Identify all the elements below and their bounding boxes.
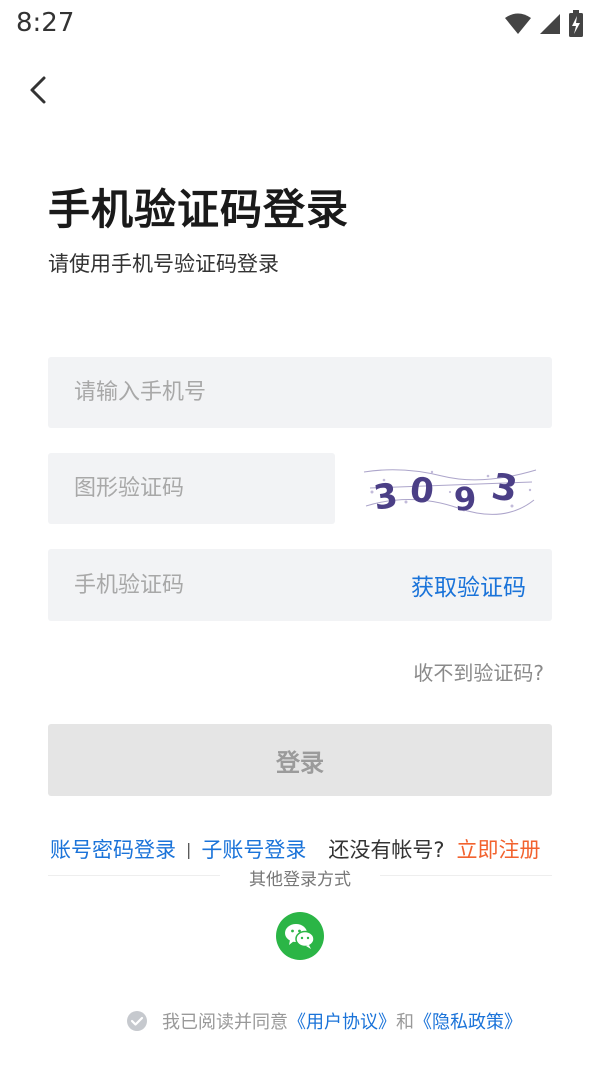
captcha-char: 9 (453, 479, 478, 516)
captcha-char: 0 (408, 470, 436, 512)
status-icons (504, 10, 584, 38)
privacy-policy-link[interactable]: 《隐私政策》 (414, 1008, 522, 1034)
agreement-prefix: 我已阅读并同意 (162, 1012, 288, 1033)
status-bar: 8:27 (0, 0, 600, 48)
back-button[interactable] (22, 70, 62, 110)
captcha-image[interactable]: 3 0 9 3 (362, 462, 538, 519)
register-link[interactable]: 立即注册 (457, 838, 541, 862)
alt-login-links: 账号密码登录 | 子账号登录 还没有帐号? 立即注册 (50, 834, 550, 864)
login-button[interactable]: 登录 (48, 724, 552, 796)
agreement: 我已阅读并同意 《用户协议》和《隐私政策》 (126, 1008, 522, 1034)
signal-icon (540, 14, 560, 34)
captcha-char: 3 (371, 476, 400, 516)
page-title: 手机验证码登录 (48, 185, 350, 234)
battery-icon (569, 10, 583, 37)
sms-code-input[interactable] (72, 571, 376, 599)
captcha-char: 3 (489, 466, 521, 511)
wechat-icon (285, 924, 315, 949)
check-circle-icon[interactable] (126, 1010, 148, 1032)
no-account-text: 还没有帐号? (328, 838, 445, 862)
wifi-icon (505, 13, 531, 34)
page-subtitle: 请使用手机号验证码登录 (48, 252, 279, 276)
get-code-button[interactable]: 获取验证码 (411, 568, 526, 602)
captcha-input[interactable] (72, 475, 335, 502)
captcha-field[interactable] (48, 453, 335, 524)
status-time: 8:27 (16, 8, 75, 38)
other-login-label: 其他登录方式 (249, 870, 351, 890)
password-login-link[interactable]: 账号密码登录 (50, 838, 176, 862)
back-chevron-icon (30, 76, 46, 104)
sms-code-field[interactable]: 获取验证码 (48, 549, 552, 621)
user-agreement-link[interactable]: 《用户协议》 (288, 1008, 396, 1034)
phone-field[interactable] (48, 357, 552, 428)
agreement-and: 和 (396, 1012, 414, 1033)
link-separator: | (186, 839, 192, 859)
phone-input[interactable] (72, 379, 552, 406)
sub-account-login-link[interactable]: 子账号登录 (201, 838, 306, 862)
no-code-link[interactable]: 收不到验证码? (413, 657, 544, 686)
wechat-login-button[interactable] (276, 912, 324, 960)
